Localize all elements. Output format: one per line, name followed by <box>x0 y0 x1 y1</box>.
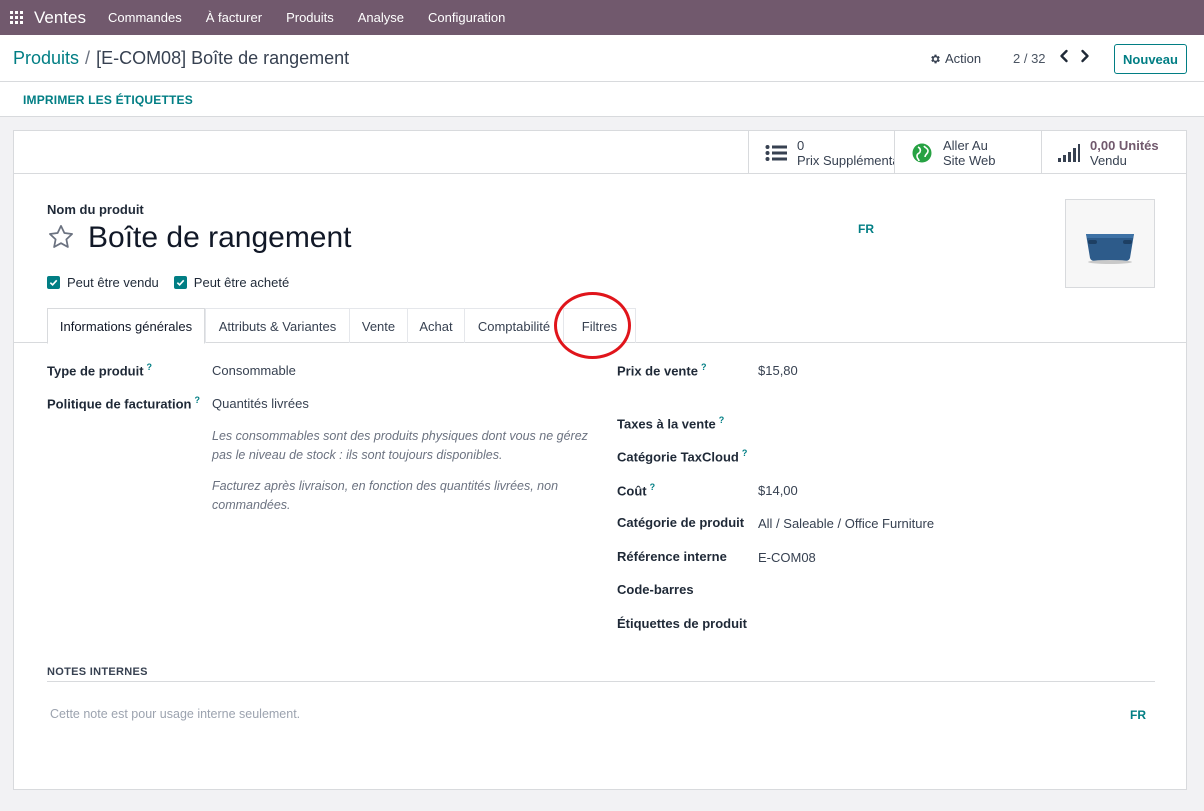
form-sheet: 0Prix Supplémentaires Aller AuSite Web 0… <box>13 130 1187 790</box>
menu-a-facturer[interactable]: À facturer <box>194 0 274 35</box>
product-type-help: Les consommables sont des produits physi… <box>212 429 588 462</box>
list-icon <box>765 142 787 164</box>
product-category-value[interactable]: All / Saleable / Office Furniture <box>758 516 934 531</box>
tooltip-icon[interactable]: ? <box>650 482 656 492</box>
go-to-website-label-1: Aller Au <box>943 137 988 153</box>
breadcrumb: Produits / [E-COM08] Boîte de rangement <box>13 48 349 69</box>
product-tags-label: Étiquettes de produit <box>617 616 747 631</box>
taxcloud-category-label: Catégorie TaxCloud? <box>617 448 748 465</box>
pager-previous-button[interactable] <box>1058 49 1070 66</box>
tab-accounting[interactable]: Comptabilité <box>464 308 563 343</box>
cost-label: Coût? <box>617 482 656 499</box>
extra-prices-button[interactable]: 0Prix Supplémentaires <box>748 131 894 174</box>
smart-button-box: 0Prix Supplémentaires Aller AuSite Web 0… <box>14 131 1186 174</box>
app-brand[interactable]: Ventes <box>34 8 86 28</box>
invoice-policy-label: Politique de facturation? <box>47 395 200 412</box>
cost-value[interactable]: $14,00 <box>758 483 798 498</box>
can-be-purchased-checkbox[interactable]: Peut être acheté <box>173 275 290 290</box>
storage-box-image <box>1086 233 1134 264</box>
tooltip-icon[interactable]: ? <box>701 362 707 372</box>
internal-reference-value[interactable]: E-COM08 <box>758 550 816 565</box>
product-image[interactable] <box>1065 199 1155 288</box>
can-be-sold-checkbox[interactable]: Peut être vendu <box>47 275 159 290</box>
checkbox-checked-icon <box>173 276 187 289</box>
sale-taxes-label: Taxes à la vente? <box>617 415 725 432</box>
extra-prices-count: 0 <box>797 137 805 153</box>
checkbox-checked-icon <box>47 276 60 289</box>
tab-sales[interactable]: Vente <box>349 308 407 343</box>
tooltip-icon[interactable]: ? <box>719 415 725 425</box>
tab-attributes-variants[interactable]: Attributs & Variantes <box>205 308 349 343</box>
favorite-star-icon[interactable] <box>47 223 75 254</box>
control-panel: Produits / [E-COM08] Boîte de rangement Ac… <box>0 35 1204 82</box>
action-label: Action <box>945 51 982 66</box>
product-type-label: Type de produit? <box>47 362 153 379</box>
notes-divider <box>47 681 1155 682</box>
invoice-policy-help: Facturez après livraison, en fonction de… <box>212 479 559 512</box>
sale-price-label: Prix de vente? <box>617 362 707 379</box>
internal-reference-label: Référence interne <box>617 549 727 564</box>
breadcrumb-current: [E-COM08] Boîte de rangement <box>96 48 350 68</box>
signal-bars-icon <box>1058 142 1080 164</box>
form-status-bar: IMPRIMER LES ÉTIQUETTES <box>0 82 1204 117</box>
product-name-label: Nom du produit <box>47 202 144 217</box>
menu-commandes[interactable]: Commandes <box>96 0 194 35</box>
sale-purchase-checkboxes: Peut être vendu Peut être acheté <box>47 275 289 290</box>
tooltip-icon[interactable]: ? <box>742 448 748 458</box>
sold-units-label: Vendu <box>1090 152 1127 168</box>
gear-icon <box>931 54 940 63</box>
pager-value[interactable]: 2 / 32 <box>1013 51 1046 66</box>
product-type-value[interactable]: Consommable <box>212 363 296 378</box>
sold-units-button[interactable]: 0,00 Unités Vendu <box>1041 131 1186 174</box>
product-name-language-button[interactable]: FR <box>858 222 874 236</box>
can-be-purchased-label: Peut être acheté <box>193 275 290 290</box>
new-button[interactable]: Nouveau <box>1114 44 1187 74</box>
chevron-left-icon <box>1060 49 1068 63</box>
product-name-input[interactable]: Boîte de rangement <box>88 221 352 255</box>
sale-price-value[interactable]: $15,80 <box>758 363 798 378</box>
chevron-right-icon <box>1081 49 1089 63</box>
breadcrumb-separator: / <box>85 48 91 68</box>
pager-next-button[interactable] <box>1079 49 1091 66</box>
invoice-policy-value[interactable]: Quantités livrées <box>212 396 309 411</box>
print-labels-button[interactable]: IMPRIMER LES ÉTIQUETTES <box>23 93 193 107</box>
sold-units-value: 0,00 Unités <box>1090 137 1159 153</box>
tab-general-information[interactable]: Informations générales <box>47 308 205 344</box>
internal-notes-title: NOTES INTERNES <box>47 666 148 678</box>
go-to-website-label-2: Site Web <box>943 152 996 168</box>
globe-icon <box>911 142 933 164</box>
menu-produits[interactable]: Produits <box>274 0 346 35</box>
barcode-label: Code-barres <box>617 582 694 597</box>
tab-purchase[interactable]: Achat <box>407 308 464 343</box>
tooltip-icon[interactable]: ? <box>147 362 153 372</box>
top-navbar: Ventes Commandes À facturer Produits Ana… <box>0 0 1204 35</box>
extra-prices-label: Prix Supplémentaires <box>797 152 894 168</box>
menu-configuration[interactable]: Configuration <box>416 0 517 35</box>
apps-menu-icon[interactable] <box>0 0 32 35</box>
go-to-website-button[interactable]: Aller Au Site Web <box>894 131 1041 174</box>
action-button[interactable]: Action <box>929 51 981 66</box>
tooltip-icon[interactable]: ? <box>194 395 200 405</box>
notes-language-button[interactable]: FR <box>1130 708 1146 722</box>
annotation-circle <box>554 292 631 359</box>
can-be-sold-label: Peut être vendu <box>67 275 159 290</box>
internal-notes-input[interactable]: Cette note est pour usage interne seulem… <box>50 707 300 721</box>
breadcrumb-root[interactable]: Produits <box>13 48 79 68</box>
menu-analyse[interactable]: Analyse <box>346 0 416 35</box>
product-category-label: Catégorie de produit <box>617 515 745 530</box>
